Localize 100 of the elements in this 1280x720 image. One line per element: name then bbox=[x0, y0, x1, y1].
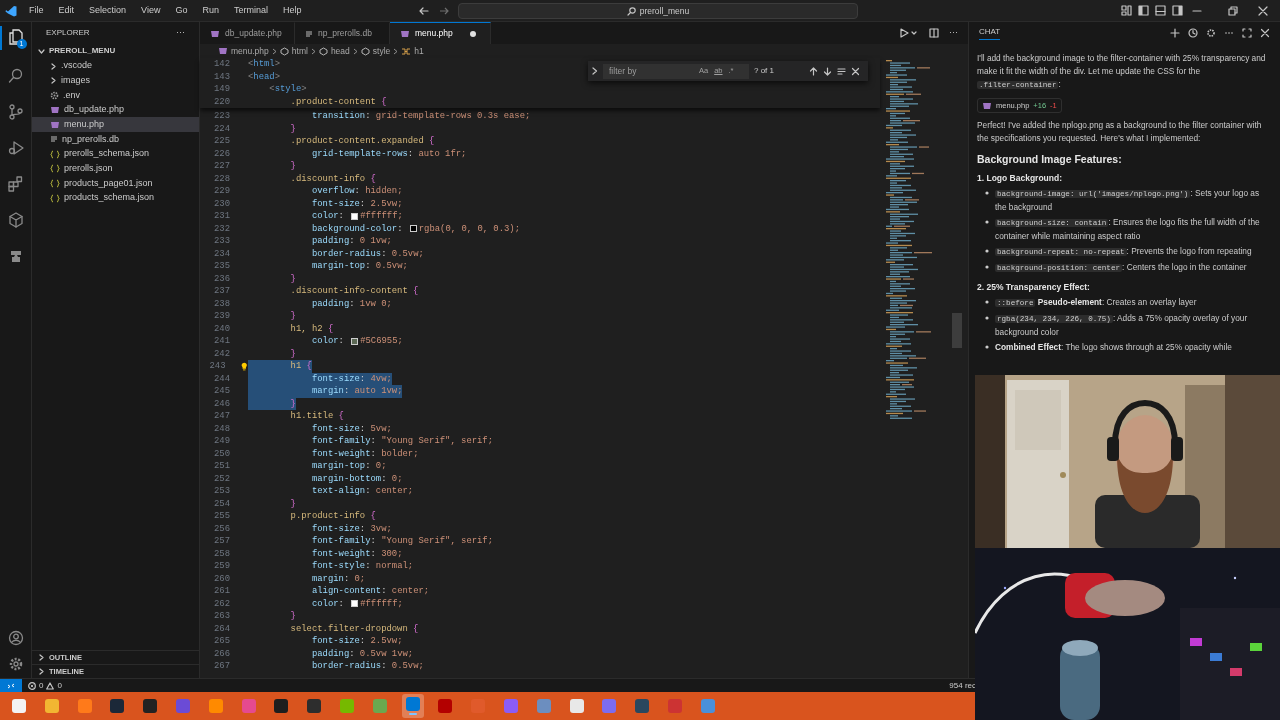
braces-icon bbox=[50, 164, 60, 174]
menu-item[interactable]: View bbox=[141, 3, 161, 18]
code-text: margin: 0; bbox=[310, 572, 366, 585]
more-actions-button[interactable]: ··· bbox=[949, 26, 958, 40]
code-text: #5C6955; bbox=[360, 335, 403, 348]
chat-paragraph: Perfect! I've added the nplogo.png as a background to the filter container with the specifications you requested. Here's what I implemented: bbox=[977, 119, 1263, 145]
menu-item[interactable]: File bbox=[29, 3, 44, 18]
chat-tab[interactable]: CHAT bbox=[979, 26, 1001, 40]
menu-item[interactable]: Go bbox=[175, 3, 188, 18]
secondary-sidebar-toggle-icon[interactable] bbox=[1172, 5, 1183, 16]
menu-item[interactable]: Edit bbox=[58, 3, 75, 18]
caret-icon[interactable] bbox=[911, 30, 917, 36]
breadcrumb-item[interactable]: html bbox=[291, 44, 308, 58]
down-arrow-icon[interactable] bbox=[823, 66, 832, 76]
code-text: } bbox=[289, 272, 296, 285]
code-text: font-family: "Young Serif", serif; bbox=[310, 535, 493, 548]
code-text: grid-template-rows: auto 1fr; bbox=[310, 147, 467, 160]
source-control-icon[interactable] bbox=[7, 104, 24, 120]
code-text: font-size: 2.5vw; bbox=[310, 197, 403, 210]
code-text: .product-content.expanded { bbox=[289, 135, 435, 148]
breadcrumb-item[interactable]: style bbox=[372, 44, 391, 58]
selector-icon bbox=[401, 46, 412, 56]
menu-item[interactable]: Run bbox=[202, 3, 219, 18]
remote-icon bbox=[7, 681, 15, 690]
menu-item[interactable]: Selection bbox=[89, 3, 127, 18]
list-icon[interactable] bbox=[837, 66, 846, 76]
tree-item[interactable]: .vscode bbox=[32, 58, 199, 74]
php-file-icon bbox=[982, 101, 992, 110]
maximize-icon[interactable] bbox=[1242, 28, 1252, 38]
tree-item[interactable]: PREROLL_MENU bbox=[32, 44, 199, 59]
editor-tab[interactable]: menu.php bbox=[390, 22, 491, 44]
lightbulb-icon[interactable] bbox=[239, 360, 248, 372]
code-text: rgba(0, 0, 0, 0.3); bbox=[418, 222, 520, 235]
code-text: font-size: 5vw; bbox=[310, 422, 392, 435]
color-swatch[interactable] bbox=[409, 225, 417, 233]
forward-arrow-icon[interactable] bbox=[439, 6, 449, 16]
tree-item[interactable]: prerolls_schema.json bbox=[32, 146, 199, 162]
cube-icon bbox=[318, 46, 328, 56]
problems-button[interactable]: 0 0 bbox=[28, 679, 62, 692]
tree-label: np_prerolls.db bbox=[62, 132, 120, 146]
subsection-heading: 1. Logo Background: bbox=[977, 172, 1063, 185]
extensions-icon[interactable] bbox=[7, 176, 24, 192]
files-icon[interactable] bbox=[7, 29, 24, 45]
settings-icon[interactable] bbox=[7, 656, 24, 672]
tree-item[interactable]: db_update.php bbox=[32, 102, 199, 118]
editor-tab[interactable]: db_update.php bbox=[200, 22, 295, 44]
chevron-right-icon bbox=[310, 47, 316, 55]
line-number: 252 bbox=[213, 472, 230, 485]
color-swatch[interactable] bbox=[351, 337, 359, 345]
line-number: 254 bbox=[213, 497, 230, 510]
code-text: <head> bbox=[248, 70, 280, 83]
close-icon[interactable] bbox=[851, 66, 860, 76]
menu-item[interactable]: Help bbox=[282, 3, 302, 18]
close-icon[interactable] bbox=[1258, 6, 1268, 16]
breadcrumb-item[interactable]: menu.php bbox=[231, 44, 269, 58]
breadcrumb-item[interactable]: head bbox=[330, 44, 350, 58]
tree-item[interactable]: products_schema.json bbox=[32, 190, 199, 206]
tree-item[interactable]: .env bbox=[32, 88, 199, 103]
close-icon[interactable] bbox=[1260, 28, 1270, 38]
sidebar-toggle-icon[interactable] bbox=[1138, 5, 1149, 16]
line-number: 238 bbox=[213, 297, 230, 310]
search-icon[interactable] bbox=[7, 68, 24, 84]
code-text: } bbox=[289, 347, 296, 360]
line-number: 267 bbox=[213, 660, 230, 673]
account-icon[interactable] bbox=[7, 630, 24, 646]
code-text: border-radius: 0.5vw; bbox=[310, 247, 424, 260]
run-icon[interactable] bbox=[899, 28, 909, 38]
line-number: 260 bbox=[213, 572, 230, 585]
color-swatch[interactable] bbox=[351, 600, 359, 608]
tree-item[interactable]: prerolls.json bbox=[32, 161, 199, 177]
tree-item[interactable]: images bbox=[32, 73, 199, 89]
code-text: text-align: center; bbox=[310, 485, 414, 498]
line-number: 220 bbox=[213, 95, 230, 108]
more-actions-button[interactable]: ··· bbox=[176, 26, 185, 40]
tree-item[interactable]: menu.php bbox=[32, 117, 199, 133]
layout-icon[interactable] bbox=[1121, 5, 1132, 16]
split-editor-icon[interactable] bbox=[929, 28, 939, 38]
panel-toggle-icon[interactable] bbox=[1155, 5, 1166, 16]
color-swatch[interactable] bbox=[351, 212, 359, 220]
tree-item[interactable]: products_page01.json bbox=[32, 176, 199, 191]
tree-item[interactable]: np_prerolls.db bbox=[32, 132, 199, 147]
code-text: font-size: 3vw; bbox=[310, 522, 392, 535]
menu-item[interactable]: Terminal bbox=[233, 3, 268, 18]
restore-icon[interactable] bbox=[1228, 6, 1238, 16]
search-field[interactable]: preroll_menu bbox=[458, 3, 858, 19]
run-debug-icon[interactable] bbox=[7, 140, 24, 156]
code-text: padding: 0.5vw 1vw; bbox=[310, 647, 414, 660]
code-text: border-radius: 0.5vw; bbox=[310, 660, 424, 673]
history-icon[interactable] bbox=[1188, 28, 1198, 38]
up-arrow-icon[interactable] bbox=[809, 66, 818, 76]
expand-replace-icon[interactable] bbox=[592, 67, 598, 75]
breadcrumb-item[interactable]: h1 bbox=[414, 44, 424, 58]
error-icon bbox=[28, 681, 36, 690]
scrollbar-thumb[interactable] bbox=[952, 313, 962, 348]
back-arrow-icon[interactable] bbox=[419, 6, 429, 16]
line-number: 245 bbox=[213, 385, 230, 398]
code-text: <html> bbox=[248, 58, 280, 71]
plus-icon[interactable] bbox=[1170, 28, 1180, 38]
box-icon[interactable] bbox=[7, 212, 24, 228]
settings-icon[interactable] bbox=[1206, 28, 1216, 38]
